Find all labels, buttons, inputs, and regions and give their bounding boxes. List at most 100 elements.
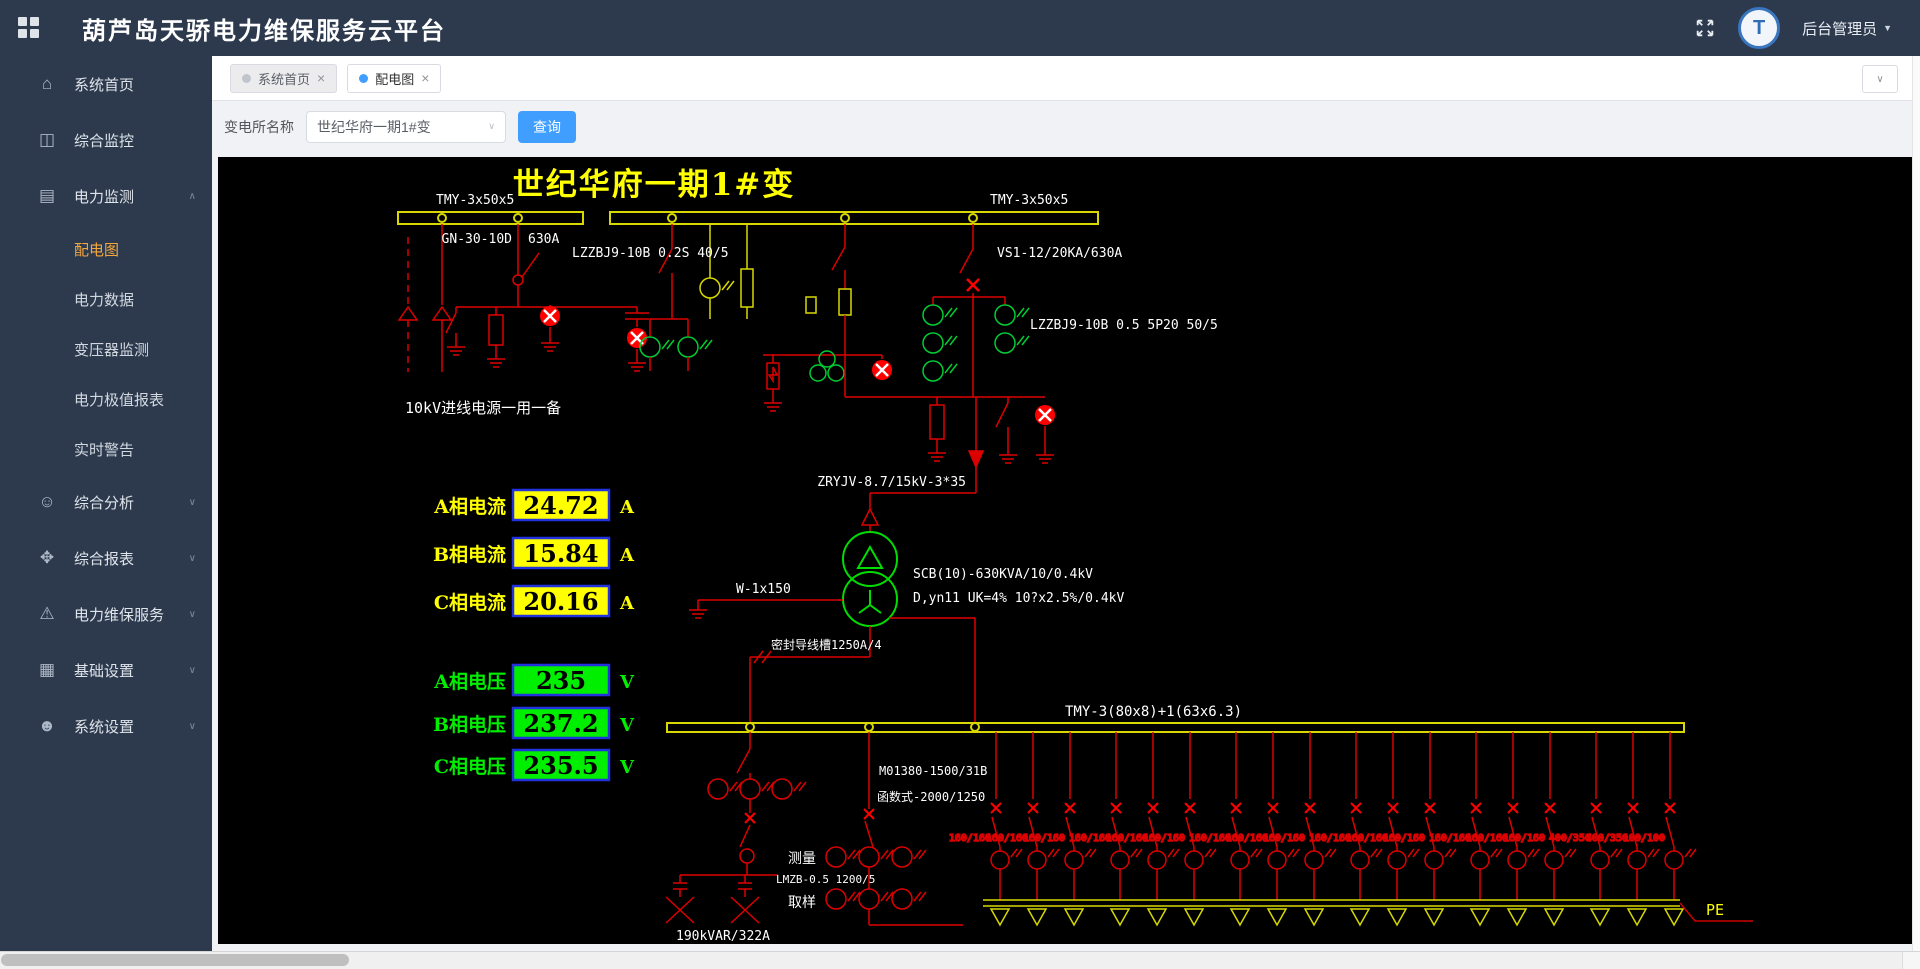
sidebar-item-power-monitor[interactable]: ▤ 电力监测 ∧ [0, 168, 212, 224]
report-icon: ✥ [39, 548, 55, 567]
chevron-down-icon: ∨ [188, 552, 196, 564]
sidebar-item-power-extremes-report[interactable]: 电力极值报表 [0, 374, 212, 424]
ct-protection-label: LZZBJ9-10B 0.5 5P20 50/5 [1030, 318, 1218, 333]
feeder-rating-label: 160/160 [1143, 833, 1185, 844]
lv-capacitor-branch [665, 732, 807, 924]
feeder-rating-label: 160/160 [1069, 833, 1111, 844]
sample-label: 取样 [788, 895, 816, 911]
feeder-rating-label: 160/160 [1189, 833, 1231, 844]
lv-feeder: 160/160 [1465, 732, 1540, 927]
sidebar-item-reports[interactable]: ✥ 综合报表 ∨ [0, 530, 212, 586]
lv-feeder: 160/160 [1105, 732, 1180, 927]
busway-label: 密封导线槽1250A/4 [771, 637, 882, 652]
current-a-label: A相电流 [433, 495, 506, 518]
monitor-icon: ◫ [38, 130, 56, 149]
capacitor-label: 190kVAR/322A [676, 929, 770, 944]
diagram-canvas: 世纪华府一期1#变 TMY-3x50x5 TMY-3x50x5 GN-30-10… [218, 157, 1913, 944]
tab-dot [359, 73, 369, 83]
horizontal-scrollbar[interactable] [0, 951, 1920, 969]
sidebar-item-label: 综合监控 [74, 132, 135, 150]
scrollbar-thumb[interactable] [1, 954, 349, 966]
disconnect-rating-label: 630A [528, 232, 559, 247]
app-window: 葫芦岛天骄电力维保服务云平台 T 后台管理员 ▼ ⌂ 系统首页 ◫ 综合监控 ▤… [0, 0, 1920, 969]
feeder-rating-label: 160/160 [1383, 833, 1425, 844]
sidebar-item-label: 电力极值报表 [74, 391, 165, 409]
hv-bus-2 [609, 211, 1099, 225]
sidebar: ⌂ 系统首页 ◫ 综合监控 ▤ 电力监测 ∧ 配电图 电力数据 变压器监测 电力… [0, 56, 212, 969]
sidebar-item-home[interactable]: ⌂ 系统首页 [0, 56, 212, 112]
substation-select-label: 变电所名称 [224, 118, 294, 135]
tab-distribution-diagram[interactable]: 配电图 × [347, 63, 442, 93]
sidebar-item-maintenance-service[interactable]: ⚠ 电力维保服务 ∨ [0, 586, 212, 642]
vertical-scrollbar[interactable] [1912, 56, 1920, 952]
sidebar-item-transformer-monitor[interactable]: 变压器监测 [0, 324, 212, 374]
sidebar-item-power-data[interactable]: 电力数据 [0, 274, 212, 324]
cable-label: ZRYJV-8.7/15kV-3*35 [817, 475, 966, 490]
feeder-rating-label: 400/350 [1586, 833, 1628, 844]
tab-close-icon[interactable]: × [317, 71, 325, 85]
lv-feeder: 160/160 [1308, 732, 1383, 927]
lv-feeder: 160/160 [1382, 732, 1457, 927]
meter-ct-label: LMZB-0.5 1200/5 [776, 873, 875, 886]
fullscreen-icon[interactable] [1694, 17, 1716, 39]
query-button[interactable]: 查询 [518, 110, 576, 143]
voltage-c-label: C相电压 [434, 755, 506, 778]
voltage-b-label: B相电压 [433, 713, 506, 736]
lv-feeder: 400/350 [1548, 732, 1623, 927]
analysis-icon: ☺ [38, 492, 56, 511]
feeder-rating-label: 400/350 [1549, 833, 1591, 844]
chevron-down-icon: ∨ [188, 608, 196, 620]
lv-feeder: 400/350 [1585, 732, 1660, 927]
lv-feeder: 160/160 [1188, 732, 1263, 927]
feeder-rating-label: 160/160 [1309, 833, 1351, 844]
tab-list-dropdown-button[interactable]: ∨ [1862, 65, 1898, 93]
sidebar-item-label: 系统首页 [74, 76, 135, 94]
lv-feeder: 160/160 [1345, 732, 1420, 927]
current-b-unit: A [619, 545, 635, 566]
bus1-label: TMY-3x50x5 [436, 193, 514, 208]
user-menu[interactable]: 后台管理员 ▼ [1802, 18, 1892, 39]
tab-system-home[interactable]: 系统首页 × [230, 63, 338, 93]
sidebar-item-label: 实时警告 [74, 441, 135, 459]
feeder-rating-label: 160/160 [1466, 833, 1508, 844]
lv-feeder: 160/160 [1225, 732, 1300, 927]
feeder-rating-label: 160/160 [1023, 833, 1065, 844]
substation-select[interactable]: 世纪华府一期1#变 ∨ [306, 110, 506, 143]
lv-feeder: 160/160 [1142, 732, 1217, 927]
sidebar-item-monitoring[interactable]: ◫ 综合监控 [0, 112, 212, 168]
sidebar-item-label: 变压器监测 [74, 341, 150, 359]
warning-icon: ⚠ [39, 604, 55, 623]
feeder-rating-label: 160/160 [1346, 833, 1388, 844]
voltage-c-unit: V [619, 757, 635, 778]
transformer-connections [688, 599, 976, 723]
sidebar-item-label: 基础设置 [74, 662, 135, 680]
menu-grid-icon[interactable] [18, 17, 40, 39]
current-c-value: 20.16 [523, 587, 598, 616]
feeder-rating-label: 160/160 [986, 833, 1028, 844]
tab-dot [242, 73, 251, 83]
lv-feeder: 160/160 [1068, 732, 1143, 927]
avatar[interactable]: T [1738, 7, 1781, 49]
lv-feeder: 160/160 [985, 732, 1060, 927]
sidebar-item-label: 配电图 [74, 241, 120, 259]
sidebar-item-distribution-diagram[interactable]: 配电图 [0, 224, 212, 274]
filter-bar: 变电所名称 世纪华府一期1#变 ∨ 查询 [212, 101, 1920, 152]
voltage-a-unit: V [619, 672, 635, 693]
sidebar-item-system-settings[interactable]: ☻ 系统设置 ∨ [0, 698, 212, 754]
sidebar-item-label: 电力维保服务 [74, 606, 165, 624]
header-right: T 后台管理员 ▼ [1694, 7, 1892, 49]
voltage-b-unit: V [619, 715, 635, 736]
feeder-rating-label: 160/160 [1503, 833, 1545, 844]
tab-close-icon[interactable]: × [421, 71, 429, 85]
sidebar-item-realtime-alerts[interactable]: 实时警告 [0, 424, 212, 474]
lv-feeder: 160/160 [948, 732, 1023, 927]
sidebar-item-label: 综合分析 [74, 494, 135, 512]
top-header: 葫芦岛天骄电力维保服务云平台 T 后台管理员 ▼ [0, 0, 1920, 56]
sidebar-item-analysis[interactable]: ☺ 综合分析 ∨ [0, 474, 212, 530]
lv-feeder: 160/160 [1502, 732, 1577, 927]
measure-label: 测量 [788, 851, 816, 867]
current-a-value: 24.72 [523, 491, 598, 520]
sidebar-item-label: 系统设置 [74, 718, 135, 736]
incoming-note: 10kV进线电源一用一备 [405, 399, 561, 417]
sidebar-item-basic-settings[interactable]: ▦ 基础设置 ∨ [0, 642, 212, 698]
